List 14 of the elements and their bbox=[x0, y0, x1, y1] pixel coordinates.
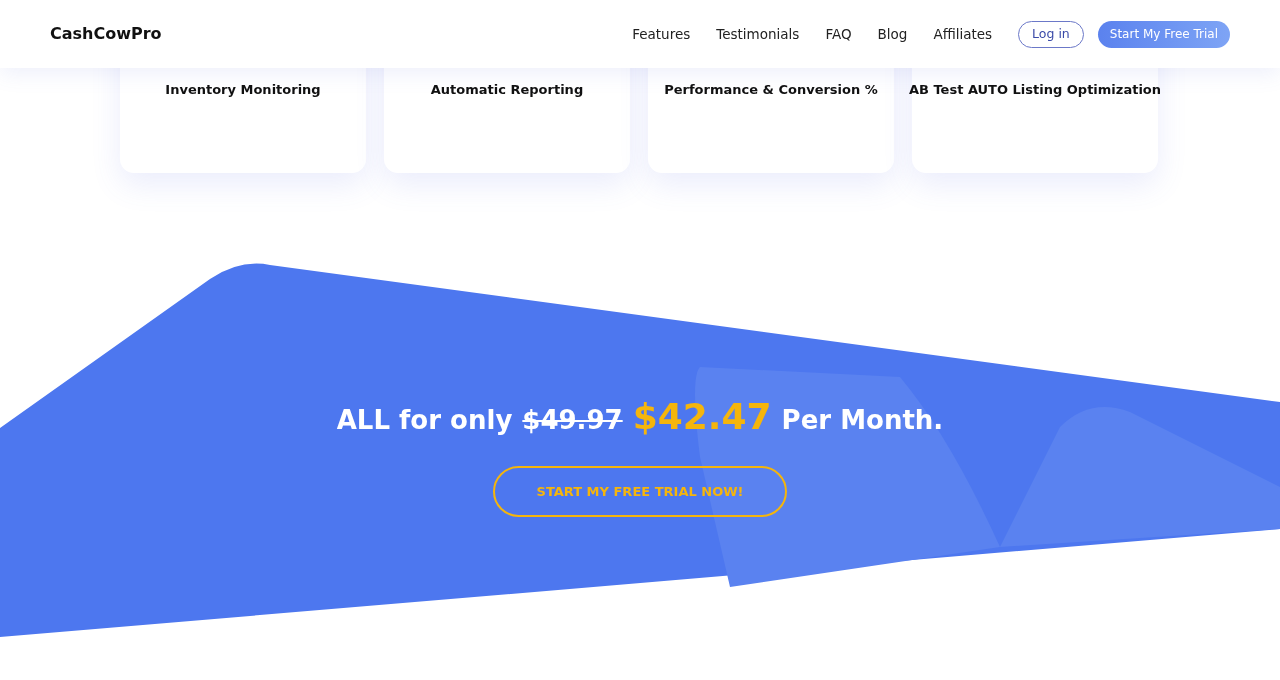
price-suffix: Per Month. bbox=[781, 404, 944, 437]
feature-title: Inventory Monitoring bbox=[165, 81, 321, 99]
nav-link[interactable]: FAQ bbox=[825, 23, 852, 45]
nav-link[interactable]: Affiliates bbox=[933, 23, 993, 45]
nav-link[interactable]: Features bbox=[632, 23, 691, 45]
nav-link[interactable]: Blog bbox=[877, 23, 908, 45]
logo[interactable]: CashCowPro bbox=[50, 22, 162, 46]
feature-title: AB Test AUTO Listing Optimization bbox=[908, 81, 1162, 99]
nav-link[interactable]: Testimonials bbox=[716, 23, 800, 45]
feature-title: Automatic Reporting bbox=[430, 81, 584, 99]
price-lead: ALL for only bbox=[336, 404, 513, 437]
feature-title: Performance & Conversion % bbox=[664, 81, 878, 99]
old-price: $49.97 bbox=[522, 404, 623, 437]
new-price: $42.47 bbox=[632, 395, 772, 439]
